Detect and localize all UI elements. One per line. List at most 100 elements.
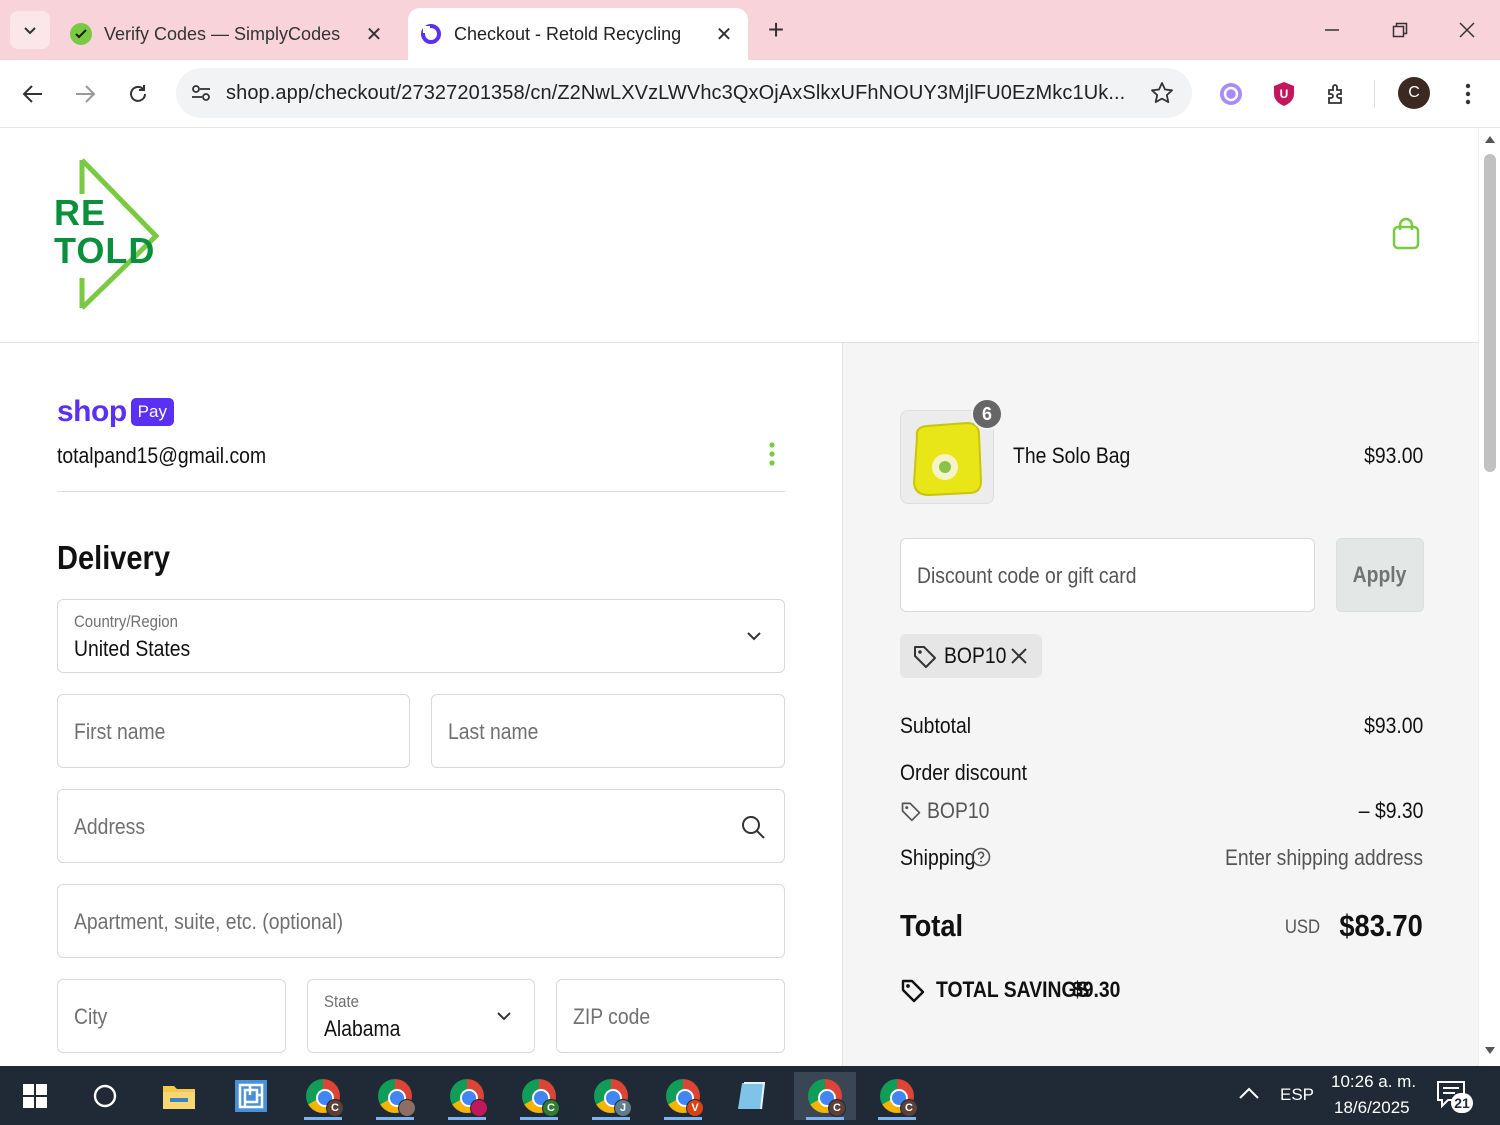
shop-pay-logo: shop Pay <box>57 395 174 429</box>
address-bar[interactable]: shop.app/checkout/27327201358/cn/Z2NwLXV… <box>176 68 1192 118</box>
page-scrollbar[interactable] <box>1478 128 1500 1066</box>
shop-pay-brand: shop <box>57 395 127 428</box>
chrome-profile-3-button[interactable] <box>436 1072 498 1120</box>
address-field[interactable]: Address <box>57 789 785 863</box>
chevron-down-icon <box>24 27 36 35</box>
scroll-up-arrow-icon[interactable] <box>1484 134 1496 144</box>
running-indicator <box>806 1117 844 1120</box>
browser-menu-button[interactable] <box>1448 74 1488 114</box>
restore-button[interactable] <box>1380 12 1420 48</box>
browser-toolbar: shop.app/checkout/27327201358/cn/Z2NwLXV… <box>0 60 1500 128</box>
reload-button[interactable] <box>118 74 158 114</box>
tab-title: Verify Codes — SimplyCodes <box>104 23 341 44</box>
total-savings-label: TOTAL SAVINGS <box>936 977 1090 1002</box>
extensions-puzzle-icon[interactable] <box>1320 77 1354 111</box>
close-tab-icon[interactable]: ✕ <box>712 22 736 46</box>
notes-app-icon <box>738 1082 766 1110</box>
logo-text-told: TOLD <box>54 230 156 271</box>
maze-app-button[interactable] <box>220 1072 282 1120</box>
help-circle-icon[interactable] <box>971 847 991 867</box>
maze-app-icon <box>235 1080 267 1112</box>
shop-favicon-icon <box>420 23 442 45</box>
remove-discount-icon[interactable] <box>1010 647 1028 665</box>
discount-code-input[interactable]: Discount code or gift card <box>900 538 1315 612</box>
city-field[interactable]: City <box>57 979 286 1053</box>
state-label: State <box>324 992 359 1011</box>
store-header: RE TOLD <box>0 128 1478 343</box>
folder-icon <box>163 1086 195 1109</box>
country-value: United States <box>74 636 191 661</box>
restore-icon <box>1392 22 1408 38</box>
file-explorer-button[interactable] <box>148 1072 210 1120</box>
apartment-field[interactable]: Apartment, suite, etc. (optional) <box>57 884 785 958</box>
apply-discount-button[interactable]: Apply <box>1336 538 1424 612</box>
currency-code: USD <box>1284 917 1320 938</box>
order-summary: 6 The Solo Bag $93.00 Discount code or g… <box>842 343 1478 1066</box>
minimize-button[interactable] <box>1312 12 1352 48</box>
back-button[interactable] <box>13 74 53 114</box>
profile-avatar[interactable]: C <box>1398 77 1430 109</box>
language-indicator[interactable]: ESP <box>1280 1085 1314 1105</box>
chrome-profile-8-button[interactable]: C <box>866 1072 928 1120</box>
profile-badge: C <box>326 1099 344 1117</box>
forward-button[interactable] <box>65 74 105 114</box>
first-name-placeholder: First name <box>74 719 166 744</box>
chrome-icon: C <box>522 1079 560 1117</box>
clock-time[interactable]: 10:26 a. m. <box>1331 1072 1416 1092</box>
scrollbar-thumb[interactable] <box>1484 154 1496 472</box>
tab-simplycodes[interactable]: Verify Codes — SimplyCodes ✕ <box>58 8 398 60</box>
chrome-icon: C <box>808 1079 846 1117</box>
extension-ublock-icon[interactable]: U <box>1267 77 1301 111</box>
state-select[interactable]: State Alabama <box>307 979 535 1053</box>
tab-checkout[interactable]: Checkout - Retold Recycling ✕ <box>408 8 748 60</box>
last-name-placeholder: Last name <box>448 719 539 744</box>
subtotal-label: Subtotal <box>900 713 972 738</box>
clock-date[interactable]: 18/6/2025 <box>1334 1098 1410 1118</box>
shipping-label: Shipping <box>900 845 976 870</box>
shipping-value: Enter shipping address <box>1224 845 1423 870</box>
quantity-badge: 6 <box>971 398 1003 430</box>
start-button[interactable] <box>4 1072 66 1120</box>
discount-code-label: BOP10 <box>927 798 990 823</box>
vertical-dots-icon <box>1465 83 1471 105</box>
bookmark-star-icon[interactable] <box>1132 81 1192 105</box>
arrow-left-icon <box>22 85 42 103</box>
running-indicator <box>878 1117 916 1120</box>
tab-search-button[interactable] <box>10 11 50 49</box>
address-placeholder: Address <box>74 814 146 839</box>
reload-icon <box>130 85 146 102</box>
chrome-profile-4-button[interactable]: C <box>508 1072 570 1120</box>
close-tab-icon[interactable]: ✕ <box>362 22 386 46</box>
site-info-icon[interactable] <box>176 82 226 104</box>
show-hidden-icons-button[interactable] <box>1238 1086 1264 1106</box>
state-value: Alabama <box>324 1016 401 1041</box>
profile-badge: J <box>614 1099 632 1117</box>
product-price: $93.00 <box>1363 443 1423 468</box>
scroll-down-arrow-icon[interactable] <box>1484 1046 1496 1056</box>
close-window-button[interactable] <box>1447 12 1487 48</box>
profile-badge: C <box>542 1099 560 1117</box>
zip-field[interactable]: ZIP code <box>556 979 785 1053</box>
apartment-placeholder: Apartment, suite, etc. (optional) <box>74 909 344 934</box>
order-discount-label: Order discount <box>900 760 1027 785</box>
chrome-profile-7-button[interactable]: C <box>794 1072 856 1120</box>
chrome-profile-2-button[interactable] <box>364 1072 426 1120</box>
tab-title: Checkout - Retold Recycling <box>454 23 682 44</box>
checkout-page: RE TOLD shop Pay totalpand15@gmail.com D… <box>0 128 1478 1066</box>
last-name-field[interactable]: Last name <box>431 694 785 768</box>
chrome-profile-5-button[interactable]: J <box>580 1072 642 1120</box>
extension-simplycodes-icon[interactable] <box>1214 77 1248 111</box>
country-select[interactable]: Country/Region United States <box>57 599 785 673</box>
account-menu-button[interactable] <box>762 441 782 471</box>
chrome-profile-6-button[interactable]: V <box>652 1072 714 1120</box>
new-tab-button[interactable]: + <box>760 14 792 46</box>
retold-logo[interactable]: RE TOLD <box>52 156 164 314</box>
notification-center-button[interactable]: 21 <box>1436 1080 1476 1116</box>
first-name-field[interactable]: First name <box>57 694 410 768</box>
shopping-bag-icon[interactable] <box>1388 216 1424 252</box>
chrome-icon: J <box>594 1079 632 1117</box>
notes-app-button[interactable] <box>722 1072 784 1120</box>
chevron-down-icon <box>747 632 761 641</box>
chrome-profile-1-button[interactable]: C <box>292 1072 354 1120</box>
search-button[interactable] <box>74 1072 136 1120</box>
